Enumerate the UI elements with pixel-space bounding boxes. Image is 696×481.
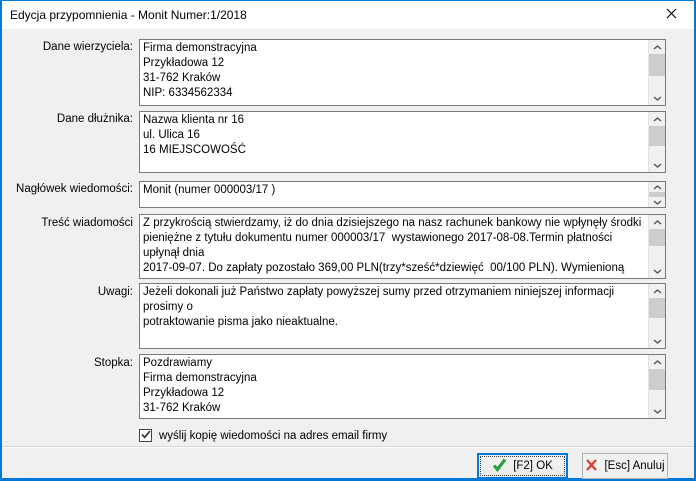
scroll-down-button[interactable]	[649, 158, 665, 172]
ok-button-label: [F2] OK	[513, 460, 553, 472]
notes-label: Uwagi:	[2, 286, 133, 298]
creditor-data-label: Dane wierzyciela:	[2, 41, 133, 53]
send-email-copy-label[interactable]: wyślij kopię wiedomości na adres email f…	[159, 430, 387, 442]
scroll-up-button[interactable]	[649, 40, 665, 54]
body-scrollbar[interactable]	[648, 215, 665, 278]
footer-text-field[interactable]: Pozdrawiamy Firma demonstracyjna Przykła…	[139, 354, 666, 419]
scroll-track[interactable]	[649, 298, 665, 334]
message-header-label: Nagłówek wiedomości:	[2, 183, 133, 195]
message-body-label: Treść wiadomości	[2, 217, 133, 229]
notes-field[interactable]: Jeżeli dokonali już Państwo zapłaty powy…	[139, 283, 666, 349]
scroll-down-button[interactable]	[649, 404, 665, 418]
debtor-data-text[interactable]: Nazwa klienta nr 16 ul. Ulica 16 16 MIEJ…	[140, 112, 648, 172]
scroll-thumb[interactable]	[649, 126, 665, 146]
footer-text[interactable]: Pozdrawiamy Firma demonstracyjna Przykła…	[140, 355, 648, 418]
footer-separator	[2, 446, 694, 448]
cancel-button-label: [Esc] Anuluj	[604, 460, 664, 472]
creditor-data-text[interactable]: Firma demonstracyjna Przykładowa 12 31-7…	[140, 40, 648, 105]
debtor-data-label: Dane dłużnika:	[2, 113, 133, 125]
scroll-up-button[interactable]	[649, 182, 665, 192]
scroll-up-button[interactable]	[649, 355, 665, 369]
header-scrollbar[interactable]	[648, 182, 665, 207]
dialog-window: Edycja przypomnienia - Monit Numer:1/201…	[0, 0, 696, 481]
creditor-data-field[interactable]: Firma demonstracyjna Przykładowa 12 31-7…	[139, 39, 666, 106]
debtor-scrollbar[interactable]	[648, 112, 665, 172]
scroll-track[interactable]	[649, 126, 665, 158]
scroll-track[interactable]	[649, 192, 665, 197]
send-email-copy-checkbox[interactable]	[139, 429, 152, 442]
footer-text-label: Stopka:	[2, 357, 133, 369]
debtor-data-field[interactable]: Nazwa klienta nr 16 ul. Ulica 16 16 MIEJ…	[139, 111, 666, 173]
footer-scrollbar[interactable]	[648, 355, 665, 418]
title-bar: Edycja przypomnienia - Monit Numer:1/201…	[2, 1, 694, 29]
scroll-up-button[interactable]	[649, 215, 665, 229]
notes-scrollbar[interactable]	[648, 284, 665, 348]
notes-text[interactable]: Jeżeli dokonali już Państwo zapłaty powy…	[140, 284, 648, 348]
scroll-down-button[interactable]	[649, 334, 665, 348]
ok-button[interactable]: [F2] OK	[477, 453, 568, 479]
close-button[interactable]	[656, 1, 686, 29]
window-title: Edycja przypomnienia - Monit Numer:1/201…	[10, 8, 247, 22]
message-body-field[interactable]: Z przykrością stwierdzamy, iż do dnia dz…	[139, 214, 666, 279]
cancel-x-icon	[585, 459, 598, 474]
ok-check-icon	[492, 458, 507, 475]
send-email-copy-row: wyślij kopię wiedomości na adres email f…	[139, 429, 387, 442]
scroll-track[interactable]	[649, 229, 665, 264]
close-icon	[666, 8, 677, 22]
scroll-down-button[interactable]	[649, 264, 665, 278]
cancel-button[interactable]: [Esc] Anuluj	[582, 453, 668, 479]
creditor-scrollbar[interactable]	[648, 40, 665, 105]
scroll-thumb[interactable]	[649, 54, 665, 76]
scroll-thumb[interactable]	[649, 229, 665, 246]
scroll-thumb[interactable]	[649, 192, 665, 197]
scroll-thumb[interactable]	[649, 369, 665, 390]
scroll-track[interactable]	[649, 369, 665, 404]
scroll-up-button[interactable]	[649, 284, 665, 298]
scroll-up-button[interactable]	[649, 112, 665, 126]
scroll-thumb[interactable]	[649, 298, 665, 318]
message-header-text[interactable]: Monit (numer 000003/17 )	[140, 182, 648, 207]
message-body-text[interactable]: Z przykrością stwierdzamy, iż do dnia dz…	[140, 215, 648, 278]
checkmark-icon	[141, 430, 151, 442]
scroll-down-button[interactable]	[649, 197, 665, 207]
message-header-field[interactable]: Monit (numer 000003/17 )	[139, 181, 666, 208]
scroll-down-button[interactable]	[649, 91, 665, 105]
scroll-track[interactable]	[649, 54, 665, 91]
